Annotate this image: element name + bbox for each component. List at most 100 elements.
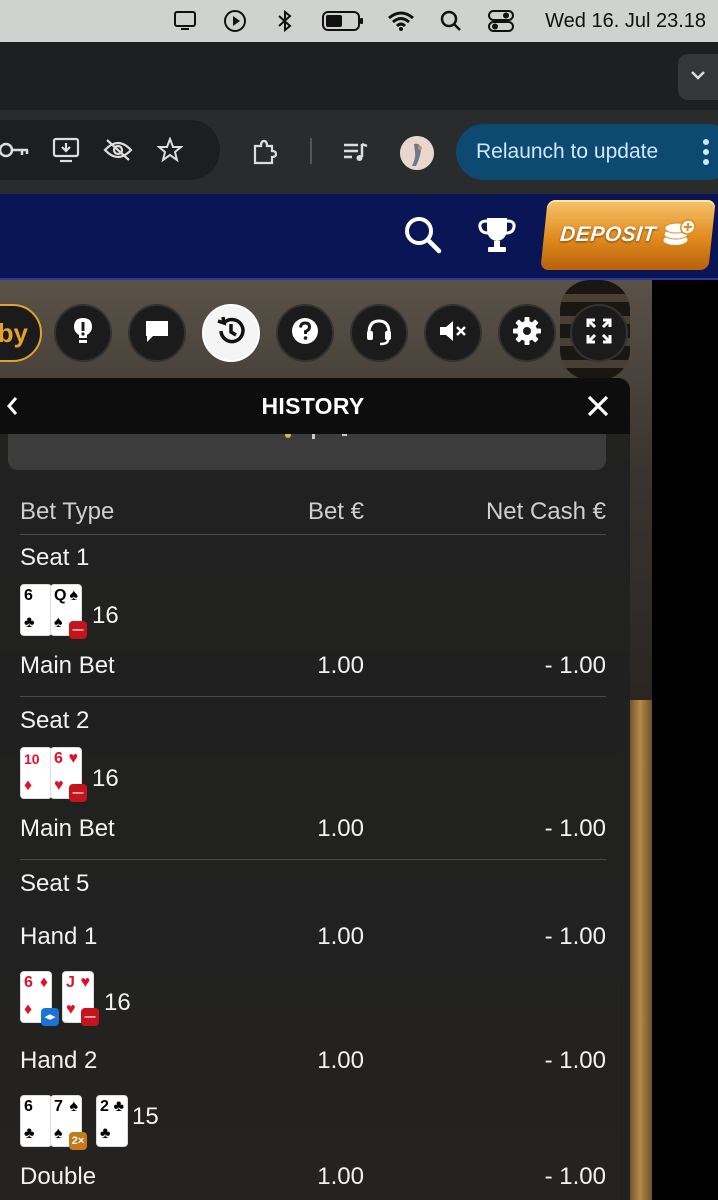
- hand-total: 16: [104, 989, 131, 1016]
- page-gutter: [652, 280, 718, 1200]
- history-panel: HISTORY Bet Type Bet € Net Cash € Seat 1…: [0, 378, 630, 1200]
- chat-button[interactable]: [128, 304, 186, 362]
- bookmark-star-icon[interactable]: [154, 134, 186, 166]
- control-center-icon[interactable]: [487, 7, 515, 35]
- seat-label: Seat 5: [20, 870, 90, 897]
- menubar-clock[interactable]: Wed 16. Jul 23.18: [545, 10, 706, 33]
- net-cash: - 1.00: [544, 652, 606, 679]
- bet-amount: 1.00: [317, 923, 364, 950]
- hand-total: 16: [92, 765, 119, 792]
- header-bet: Bet €: [307, 498, 364, 525]
- bet-type: Double: [20, 1163, 97, 1190]
- bet-amount: 1.00: [317, 1163, 364, 1190]
- bust-minus-icon: —: [69, 621, 87, 639]
- chevron-left-icon[interactable]: [4, 394, 20, 423]
- bulb-button[interactable]: [54, 304, 112, 362]
- eye-off-icon[interactable]: [102, 134, 134, 166]
- help-question-icon: [290, 316, 320, 351]
- split-icon: ◂▸: [41, 1008, 59, 1026]
- panel-title: HISTORY: [261, 392, 365, 419]
- lightbulb-icon: [70, 316, 96, 351]
- profile-avatar[interactable]: [400, 136, 434, 170]
- fullscreen-expand-icon: [585, 317, 613, 350]
- history-button[interactable]: [202, 304, 260, 362]
- bet-amount: 1.00: [317, 1047, 364, 1074]
- media-controls-icon[interactable]: [340, 136, 372, 168]
- fullscreen-button[interactable]: [570, 304, 628, 362]
- playing-card: 6 ♣: [20, 584, 52, 636]
- bust-minus-icon: —: [81, 1008, 99, 1026]
- toolbar-separator: [310, 138, 312, 164]
- hand-total: 15: [132, 1103, 159, 1130]
- double-down-icon: 2×: [69, 1132, 87, 1150]
- sound-button[interactable]: [424, 304, 482, 362]
- net-cash: - 1.00: [544, 815, 606, 842]
- net-cash: - 1.00: [544, 923, 606, 950]
- relaunch-to-update-button[interactable]: Relaunch to update: [456, 124, 718, 180]
- net-cash: - 1.00: [544, 1163, 606, 1190]
- lobby-label: by: [0, 317, 28, 348]
- trophy-icon[interactable]: [476, 214, 518, 261]
- playing-card: 6 ♦ ♦ ◂▸: [20, 971, 59, 1026]
- bet-type: Main Bet: [20, 815, 115, 842]
- chat-bubble-icon: [143, 317, 171, 350]
- browser-toolbar: Relaunch to update: [0, 110, 718, 194]
- gear-icon: [512, 316, 542, 351]
- playing-card: Q ♠ ♠ —: [50, 584, 87, 639]
- header-net-cash: Net Cash €: [485, 498, 606, 525]
- bust-minus-icon: —: [69, 784, 87, 802]
- playing-card: 6 ♣: [20, 1095, 52, 1147]
- history-panel-header: HISTORY: [0, 378, 630, 434]
- round-summary-box: [8, 434, 606, 470]
- display-icon[interactable]: [171, 7, 199, 35]
- bet-amount: 1.00: [317, 652, 364, 679]
- search-icon[interactable]: [402, 214, 444, 261]
- chevron-down-icon: [689, 68, 707, 86]
- relaunch-label: Relaunch to update: [476, 140, 659, 163]
- seat-label: Seat 2: [20, 707, 90, 734]
- wifi-icon[interactable]: [387, 7, 415, 35]
- extensions-puzzle-icon[interactable]: [248, 136, 280, 168]
- key-icon[interactable]: [0, 134, 30, 166]
- seat1-cards: 6 ♣ Q ♠ ♠ — 16: [20, 584, 119, 639]
- net-cash: - 1.00: [544, 1047, 606, 1074]
- divider: [20, 534, 606, 535]
- bet-type: Main Bet: [20, 652, 115, 679]
- history-table-header: Bet Type Bet € Net Cash €: [20, 498, 606, 534]
- play-icon[interactable]: [221, 7, 249, 35]
- scrolled-content-fragment: [278, 434, 358, 446]
- site-header: DEPOSIT: [0, 194, 718, 280]
- coins-plus-icon: [660, 218, 698, 253]
- macos-menu-bar: Wed 16. Jul 23.18: [0, 0, 718, 42]
- install-app-icon[interactable]: [50, 134, 82, 166]
- settings-button[interactable]: [498, 304, 556, 362]
- playing-card: 6 ♥ ♥ —: [50, 747, 87, 802]
- volume-mute-icon: [437, 317, 469, 350]
- headset-icon: [364, 316, 394, 351]
- playing-card: 10 ♦: [20, 747, 52, 799]
- battery-icon[interactable]: [321, 7, 365, 35]
- divider: [20, 859, 606, 860]
- help-button[interactable]: [276, 304, 334, 362]
- spotlight-search-icon[interactable]: [437, 7, 465, 35]
- seat2-cards: 10 ♦ 6 ♥ ♥ — 16: [20, 747, 119, 802]
- address-bar[interactable]: [0, 120, 220, 180]
- tab-search-dropdown[interactable]: [678, 54, 718, 100]
- playing-card: 2 ♣ ♣: [96, 1095, 128, 1147]
- close-icon[interactable]: [586, 394, 610, 423]
- support-button[interactable]: [350, 304, 408, 362]
- hand1-cards: 6 ♦ ♦ ◂▸ J ♥ ♥ — 16: [20, 971, 131, 1026]
- playing-card: J ♥ ♥ —: [62, 971, 99, 1026]
- more-vert-icon[interactable]: [702, 138, 710, 172]
- divider: [20, 696, 606, 697]
- hand-total: 16: [92, 602, 119, 629]
- deposit-button[interactable]: DEPOSIT: [540, 200, 716, 270]
- header-bet-type: Bet Type: [20, 498, 115, 525]
- deposit-label: DEPOSIT: [559, 223, 658, 246]
- hand-label: Hand 2: [20, 1047, 98, 1074]
- browser-tab-strip: [0, 42, 718, 110]
- bluetooth-icon[interactable]: [271, 7, 299, 35]
- history-icon: [215, 315, 247, 352]
- playing-card: 7 ♠ ♠ 2×: [50, 1095, 87, 1150]
- hand2-cards: 6 ♣ 7 ♠ ♠ 2× 2 ♣ ♣ 15: [20, 1095, 159, 1150]
